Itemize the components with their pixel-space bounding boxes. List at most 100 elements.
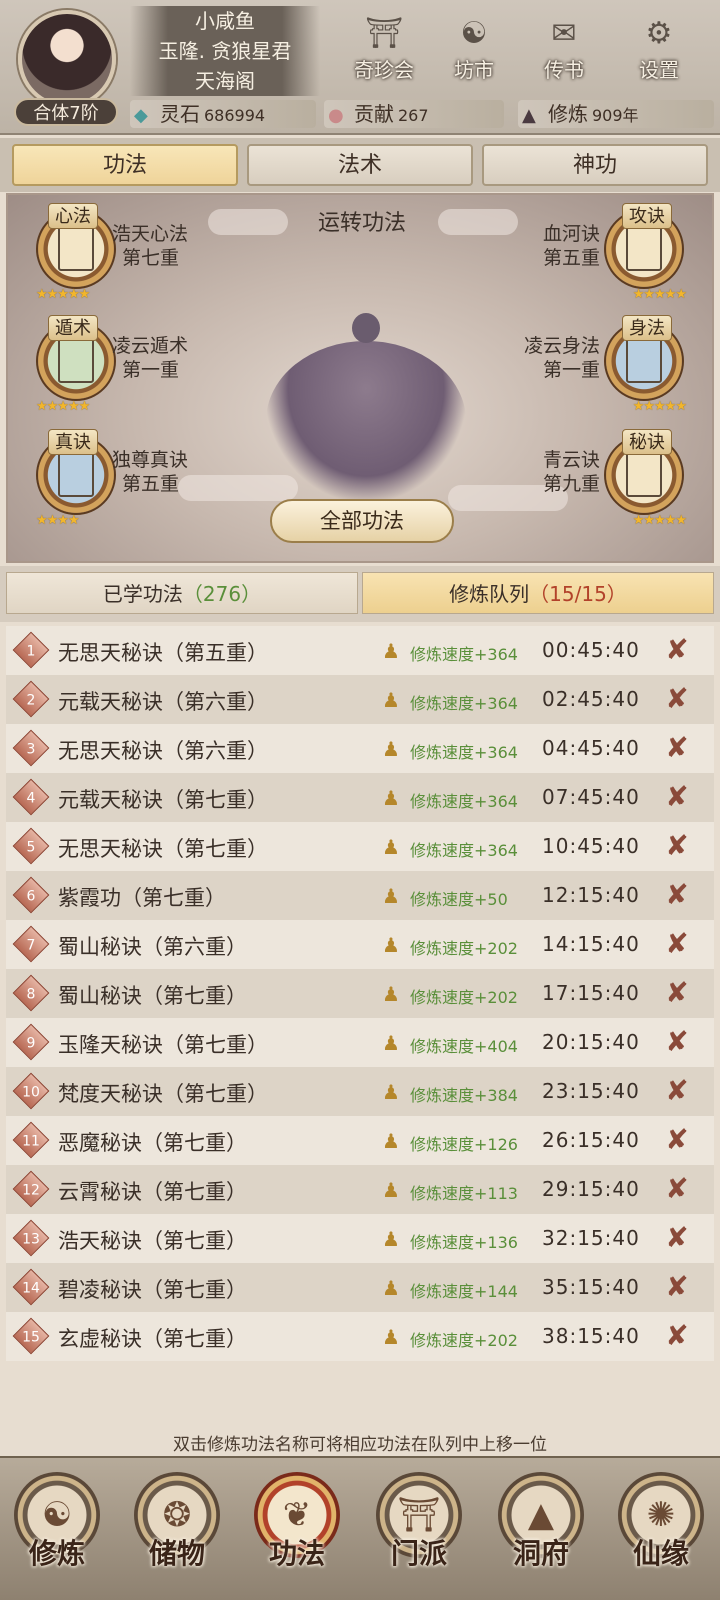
remove-icon[interactable]: ✘ bbox=[660, 1075, 694, 1107]
technique-name[interactable]: 玄虚秘诀（第七重） bbox=[58, 1323, 247, 1353]
remove-icon[interactable]: ✘ bbox=[660, 879, 694, 911]
queue-row[interactable]: 15 玄虚秘诀（第七重） ♟ 修炼速度+202 38:15:40 ✘ bbox=[6, 1312, 714, 1361]
technique-name[interactable]: 元载天秘诀（第七重） bbox=[58, 784, 268, 814]
resource-label: 灵石 bbox=[160, 102, 200, 126]
skill-level: 第九重 bbox=[542, 473, 600, 495]
remove-icon[interactable]: ✘ bbox=[660, 1124, 694, 1156]
tab-cultivation-queue[interactable]: 修炼队列（15/15） bbox=[362, 572, 714, 614]
queue-row[interactable]: 1 无思天秘诀（第五重） ♟ 修炼速度+364 00:45:40 ✘ bbox=[6, 626, 714, 675]
queue-row[interactable]: 8 蜀山秘诀（第七重） ♟ 修炼速度+202 17:15:40 ✘ bbox=[6, 969, 714, 1018]
queue-row[interactable]: 10 梵度天秘诀（第七重） ♟ 修炼速度+384 23:15:40 ✘ bbox=[6, 1067, 714, 1116]
nav-label: 修炼 bbox=[28, 1537, 85, 1570]
remove-icon[interactable]: ✘ bbox=[660, 977, 694, 1009]
remove-icon[interactable]: ✘ bbox=[660, 1026, 694, 1058]
skill-slot-movement-art[interactable]: 身法 凌云身法 第一重 ★★★★★ bbox=[412, 307, 712, 427]
nav-immortal-fate[interactable]: ✺ 仙缘 bbox=[606, 1466, 716, 1596]
cultivator-head bbox=[352, 313, 380, 343]
remove-icon[interactable]: ✘ bbox=[660, 1222, 694, 1254]
queue-number-badge: 15 bbox=[12, 1317, 50, 1355]
queue-row[interactable]: 2 元载天秘诀（第六重） ♟ 修炼速度+364 02:45:40 ✘ bbox=[6, 675, 714, 724]
player-sect: 天海阁 bbox=[130, 66, 320, 96]
player-title: 玉隆. 贪狼星君 bbox=[130, 36, 320, 66]
tab-divine-arts[interactable]: 神功 bbox=[482, 144, 708, 186]
technique-name[interactable]: 蜀山秘诀（第六重） bbox=[58, 931, 247, 961]
queue-number-badge: 11 bbox=[12, 1121, 50, 1159]
remove-icon[interactable]: ✘ bbox=[660, 1320, 694, 1352]
skill-slot-secret-formula[interactable]: 秘诀 青云诀 第九重 ★★★★★ bbox=[412, 421, 712, 541]
spirit-stone-resource: ◆ 灵石 686994 bbox=[130, 100, 316, 128]
queue-row[interactable]: 5 无思天秘诀（第七重） ♟ 修炼速度+364 10:45:40 ✘ bbox=[6, 822, 714, 871]
technique-name[interactable]: 蜀山秘诀（第七重） bbox=[58, 980, 247, 1010]
nav-storage[interactable]: ❂ 储物 bbox=[122, 1466, 232, 1596]
remove-icon[interactable]: ✘ bbox=[660, 634, 694, 666]
technique-name[interactable]: 无思天秘诀（第六重） bbox=[58, 735, 268, 765]
treasure-pavilion-button[interactable]: ⛩ 奇珍会 bbox=[347, 14, 421, 86]
cultivator-icon: ♟ bbox=[382, 737, 400, 761]
skill-level: 第五重 bbox=[542, 247, 600, 269]
scroll-letter-icon: ✉ bbox=[551, 16, 577, 51]
queue-row[interactable]: 4 元载天秘诀（第七重） ♟ 修炼速度+364 07:45:40 ✘ bbox=[6, 773, 714, 822]
queue-row[interactable]: 12 云霄秘诀（第七重） ♟ 修炼速度+113 29:15:40 ✘ bbox=[6, 1165, 714, 1214]
technique-name[interactable]: 元载天秘诀（第六重） bbox=[58, 686, 268, 716]
letter-button[interactable]: ✉ 传书 bbox=[527, 14, 601, 86]
skill-slot-escape-art[interactable]: 遁术 凌云遁术 第一重 ★★★★★ bbox=[8, 307, 308, 427]
avatar-frame[interactable]: 合体7阶 bbox=[8, 6, 126, 126]
skill-level: 第一重 bbox=[122, 359, 180, 381]
skill-slot-true-formula[interactable]: 真诀 独尊真诀 第五重 ★★★★ bbox=[8, 421, 308, 541]
queue-number-badge: 6 bbox=[12, 876, 50, 914]
tab-techniques[interactable]: 功法 bbox=[12, 144, 238, 186]
remaining-time: 35:15:40 bbox=[542, 1275, 640, 1299]
remove-icon[interactable]: ✘ bbox=[660, 781, 694, 813]
nav-cultivation[interactable]: ☯ 修炼 bbox=[2, 1466, 112, 1596]
cultivator-icon: ♟ bbox=[382, 835, 400, 859]
market-button[interactable]: ☯ 坊市 bbox=[437, 14, 511, 86]
technique-name[interactable]: 恶魔秘诀（第七重） bbox=[58, 1127, 247, 1157]
remove-icon[interactable]: ✘ bbox=[660, 1271, 694, 1303]
queue-row[interactable]: 9 玉隆天秘诀（第七重） ♟ 修炼速度+404 20:15:40 ✘ bbox=[6, 1018, 714, 1067]
tab-learned-techniques[interactable]: 已学功法（276） bbox=[6, 572, 358, 614]
queue-row[interactable]: 3 无思天秘诀（第六重） ♟ 修炼速度+364 04:45:40 ✘ bbox=[6, 724, 714, 773]
skill-name: 凌云身法 bbox=[523, 335, 600, 357]
nav-techniques[interactable]: ❦ 功法 bbox=[242, 1466, 352, 1596]
remaining-time: 00:45:40 bbox=[542, 638, 640, 662]
remove-icon[interactable]: ✘ bbox=[660, 928, 694, 960]
remaining-time: 26:15:40 bbox=[542, 1128, 640, 1152]
queue-number: 15 bbox=[22, 1329, 40, 1346]
queue-number-badge: 7 bbox=[12, 925, 50, 963]
technique-name[interactable]: 无思天秘诀（第五重） bbox=[58, 637, 268, 667]
remove-icon[interactable]: ✘ bbox=[660, 830, 694, 862]
skill-slot-heart-method[interactable]: 心法 浩天心法 第七重 ★★★★★ bbox=[8, 195, 308, 315]
queue-row[interactable]: 7 蜀山秘诀（第六重） ♟ 修炼速度+202 14:15:40 ✘ bbox=[6, 920, 714, 969]
cultivator-icon: ♟ bbox=[382, 884, 400, 908]
remove-icon[interactable]: ✘ bbox=[660, 683, 694, 715]
avatar[interactable] bbox=[18, 10, 116, 108]
skill-name: 独尊真诀 bbox=[112, 449, 189, 471]
learned-count: （276） bbox=[182, 582, 262, 606]
queue-row[interactable]: 11 恶魔秘诀（第七重） ♟ 修炼速度+126 26:15:40 ✘ bbox=[6, 1116, 714, 1165]
nav-label: 仙缘 bbox=[632, 1537, 689, 1570]
technique-name[interactable]: 碧凌秘诀（第七重） bbox=[58, 1274, 247, 1304]
remove-icon[interactable]: ✘ bbox=[660, 1173, 694, 1205]
queue-row[interactable]: 14 碧凌秘诀（第七重） ♟ 修炼速度+144 35:15:40 ✘ bbox=[6, 1263, 714, 1312]
skill-level: 第一重 bbox=[542, 359, 600, 381]
technique-name[interactable]: 玉隆天秘诀（第七重） bbox=[58, 1029, 268, 1059]
remove-icon[interactable]: ✘ bbox=[660, 732, 694, 764]
settings-label: 设置 bbox=[639, 58, 679, 82]
queue-row[interactable]: 6 紫霞功（第七重） ♟ 修炼速度+50 12:15:40 ✘ bbox=[6, 871, 714, 920]
all-techniques-button[interactable]: 全部功法 bbox=[270, 499, 454, 543]
technique-name[interactable]: 梵度天秘诀（第七重） bbox=[58, 1078, 268, 1108]
technique-name[interactable]: 无思天秘诀（第七重） bbox=[58, 833, 268, 863]
skill-type: 身法 bbox=[622, 315, 672, 341]
queue-row[interactable]: 13 浩天秘诀（第七重） ♟ 修炼速度+136 32:15:40 ✘ bbox=[6, 1214, 714, 1263]
nav-sect[interactable]: ⛩ 门派 bbox=[364, 1466, 474, 1596]
technique-name[interactable]: 云霄秘诀（第七重） bbox=[58, 1176, 247, 1206]
cultivator-icon: ♟ bbox=[382, 933, 400, 957]
technique-name[interactable]: 浩天秘诀（第七重） bbox=[58, 1225, 247, 1255]
tab-spells[interactable]: 法术 bbox=[247, 144, 473, 186]
main-tabs: 功法 法术 神功 bbox=[0, 138, 720, 192]
nav-cave-dwelling[interactable]: ▲ 洞府 bbox=[486, 1466, 596, 1596]
settings-button[interactable]: ⚙ 设置 bbox=[622, 14, 696, 86]
contribution-resource: ● 贡献 267 bbox=[324, 100, 504, 128]
skill-slot-attack-art[interactable]: 攻诀 血河诀 第五重 ★★★★★ bbox=[412, 195, 712, 315]
technique-name[interactable]: 紫霞功（第七重） bbox=[58, 882, 226, 912]
